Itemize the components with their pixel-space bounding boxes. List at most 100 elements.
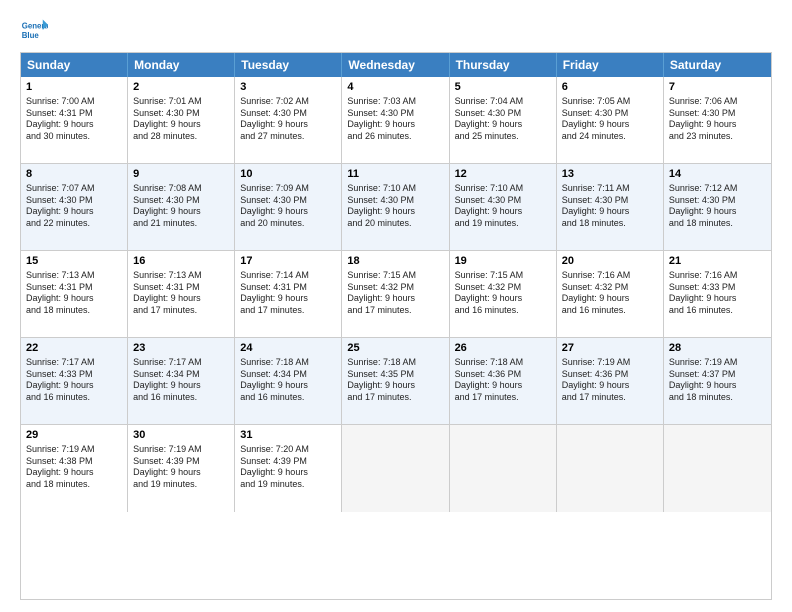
cell-text-line: and 17 minutes. [133,305,229,317]
cell-text-line: Daylight: 9 hours [133,467,229,479]
cell-text-line: Sunrise: 7:13 AM [26,270,122,282]
day-number: 25 [347,341,443,356]
calendar-week-4: 22Sunrise: 7:17 AMSunset: 4:33 PMDayligh… [21,338,771,425]
day-number: 21 [669,254,766,269]
header-cell-sunday: Sunday [21,53,128,77]
cell-text-line: Daylight: 9 hours [562,119,658,131]
cell-text-line: and 26 minutes. [347,131,443,143]
cell-text-line: and 20 minutes. [240,218,336,230]
cal-cell-day-29: 29Sunrise: 7:19 AMSunset: 4:38 PMDayligh… [21,425,128,512]
cell-text-line: Sunrise: 7:18 AM [240,357,336,369]
cal-cell-day-20: 20Sunrise: 7:16 AMSunset: 4:32 PMDayligh… [557,251,664,337]
cell-text-line: Sunrise: 7:07 AM [26,183,122,195]
cell-text-line: Daylight: 9 hours [347,206,443,218]
cell-text-line: and 16 minutes. [455,305,551,317]
cell-text-line: and 18 minutes. [26,479,122,491]
calendar-header: SundayMondayTuesdayWednesdayThursdayFrid… [21,53,771,77]
cell-text-line: Sunset: 4:39 PM [133,456,229,468]
cell-text-line: and 18 minutes. [669,392,766,404]
cell-text-line: and 17 minutes. [347,392,443,404]
cal-cell-day-19: 19Sunrise: 7:15 AMSunset: 4:32 PMDayligh… [450,251,557,337]
cal-cell-day-10: 10Sunrise: 7:09 AMSunset: 4:30 PMDayligh… [235,164,342,250]
cell-text-line: and 17 minutes. [455,392,551,404]
cell-text-line: Sunset: 4:32 PM [455,282,551,294]
cell-text-line: and 19 minutes. [455,218,551,230]
cell-text-line: Daylight: 9 hours [669,380,766,392]
cell-text-line: Daylight: 9 hours [133,206,229,218]
cell-text-line: Daylight: 9 hours [669,206,766,218]
cal-cell-empty [342,425,449,512]
cell-text-line: Sunrise: 7:00 AM [26,96,122,108]
cell-text-line: Daylight: 9 hours [26,380,122,392]
cell-text-line: Daylight: 9 hours [133,119,229,131]
cell-text-line: Sunset: 4:31 PM [240,282,336,294]
cell-text-line: Sunrise: 7:11 AM [562,183,658,195]
day-number: 31 [240,428,336,443]
cell-text-line: Sunset: 4:30 PM [562,108,658,120]
cell-text-line: Daylight: 9 hours [455,380,551,392]
cell-text-line: Sunset: 4:36 PM [562,369,658,381]
cell-text-line: and 19 minutes. [133,479,229,491]
cell-text-line: Sunrise: 7:03 AM [347,96,443,108]
cal-cell-day-18: 18Sunrise: 7:15 AMSunset: 4:32 PMDayligh… [342,251,449,337]
day-number: 23 [133,341,229,356]
cell-text-line: Sunrise: 7:19 AM [562,357,658,369]
cell-text-line: Sunrise: 7:19 AM [26,444,122,456]
cal-cell-day-6: 6Sunrise: 7:05 AMSunset: 4:30 PMDaylight… [557,77,664,163]
calendar-week-2: 8Sunrise: 7:07 AMSunset: 4:30 PMDaylight… [21,164,771,251]
cal-cell-day-15: 15Sunrise: 7:13 AMSunset: 4:31 PMDayligh… [21,251,128,337]
cal-cell-day-26: 26Sunrise: 7:18 AMSunset: 4:36 PMDayligh… [450,338,557,424]
cell-text-line: and 18 minutes. [26,305,122,317]
cell-text-line: Sunset: 4:30 PM [240,195,336,207]
calendar-week-5: 29Sunrise: 7:19 AMSunset: 4:38 PMDayligh… [21,425,771,512]
cal-cell-day-27: 27Sunrise: 7:19 AMSunset: 4:36 PMDayligh… [557,338,664,424]
day-number: 29 [26,428,122,443]
cal-cell-day-11: 11Sunrise: 7:10 AMSunset: 4:30 PMDayligh… [342,164,449,250]
cell-text-line: Sunset: 4:34 PM [240,369,336,381]
cell-text-line: Daylight: 9 hours [26,119,122,131]
cell-text-line: and 18 minutes. [562,218,658,230]
cell-text-line: Daylight: 9 hours [26,293,122,305]
cal-cell-day-21: 21Sunrise: 7:16 AMSunset: 4:33 PMDayligh… [664,251,771,337]
day-number: 4 [347,80,443,95]
cell-text-line: Daylight: 9 hours [240,206,336,218]
cell-text-line: Sunset: 4:38 PM [26,456,122,468]
day-number: 27 [562,341,658,356]
cell-text-line: Daylight: 9 hours [26,206,122,218]
cal-cell-day-14: 14Sunrise: 7:12 AMSunset: 4:30 PMDayligh… [664,164,771,250]
cell-text-line: Sunrise: 7:13 AM [133,270,229,282]
cell-text-line: Daylight: 9 hours [240,380,336,392]
day-number: 11 [347,167,443,182]
cal-cell-day-13: 13Sunrise: 7:11 AMSunset: 4:30 PMDayligh… [557,164,664,250]
cell-text-line: Sunrise: 7:19 AM [133,444,229,456]
day-number: 22 [26,341,122,356]
day-number: 14 [669,167,766,182]
cal-cell-day-12: 12Sunrise: 7:10 AMSunset: 4:30 PMDayligh… [450,164,557,250]
cell-text-line: Sunset: 4:31 PM [26,108,122,120]
cell-text-line: Daylight: 9 hours [240,119,336,131]
cell-text-line: Daylight: 9 hours [240,293,336,305]
cell-text-line: Daylight: 9 hours [669,119,766,131]
cell-text-line: Sunset: 4:33 PM [26,369,122,381]
cell-text-line: Sunset: 4:32 PM [562,282,658,294]
day-number: 12 [455,167,551,182]
cell-text-line: Sunrise: 7:16 AM [669,270,766,282]
cell-text-line: Daylight: 9 hours [240,467,336,479]
cell-text-line: Sunset: 4:36 PM [455,369,551,381]
cell-text-line: Sunrise: 7:18 AM [455,357,551,369]
cell-text-line: and 24 minutes. [562,131,658,143]
cell-text-line: Sunrise: 7:09 AM [240,183,336,195]
day-number: 1 [26,80,122,95]
cell-text-line: Daylight: 9 hours [347,380,443,392]
cal-cell-empty [450,425,557,512]
cell-text-line: Sunrise: 7:05 AM [562,96,658,108]
day-number: 20 [562,254,658,269]
cell-text-line: and 16 minutes. [669,305,766,317]
cell-text-line: Sunset: 4:30 PM [133,195,229,207]
cell-text-line: Sunset: 4:30 PM [669,195,766,207]
header: General Blue [20,16,772,44]
cell-text-line: Sunrise: 7:10 AM [455,183,551,195]
cell-text-line: and 27 minutes. [240,131,336,143]
cell-text-line: and 28 minutes. [133,131,229,143]
cell-text-line: Daylight: 9 hours [133,293,229,305]
